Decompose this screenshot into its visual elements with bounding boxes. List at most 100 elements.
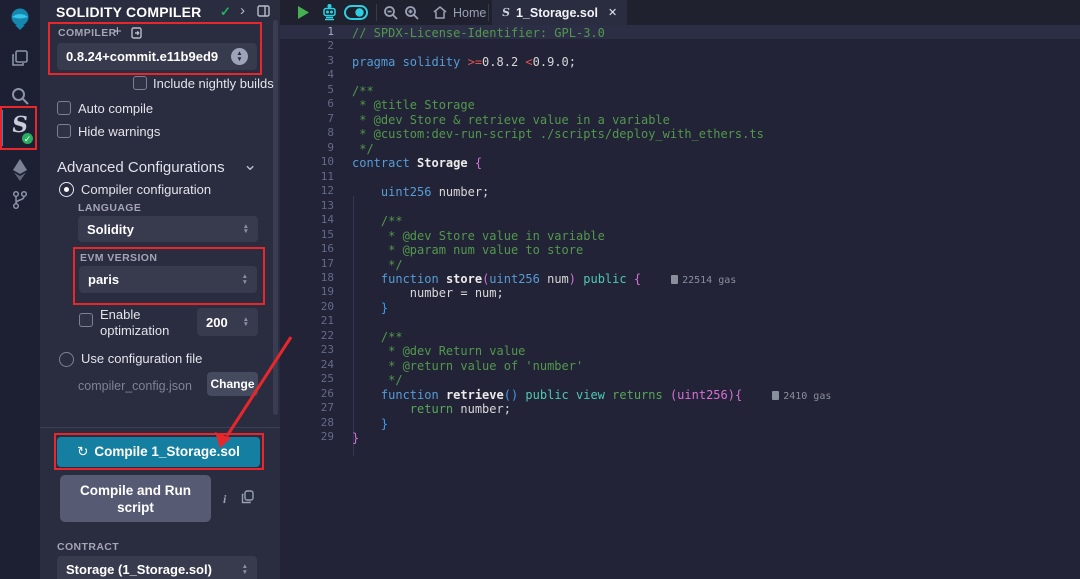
footer-divider — [40, 427, 280, 428]
select-arrows-icon: ▲▼ — [242, 564, 248, 575]
line-number: 25 — [280, 372, 334, 386]
code-line[interactable]: 8 * @custom:dev-run-script ./scripts/dep… — [280, 126, 1080, 140]
nightly-builds-label: Include nightly builds — [153, 76, 274, 91]
line-number: 18 — [280, 271, 334, 285]
code-line[interactable]: 20 } — [280, 300, 1080, 314]
status-check-icon: ✓ — [220, 4, 231, 20]
tab-home[interactable]: Home — [425, 0, 494, 25]
advanced-config-title: Advanced Configurations — [57, 159, 225, 176]
compile-button[interactable]: ↻Compile 1_Storage.sol — [57, 437, 260, 467]
code-lines: 1// SPDX-License-Identifier: GPL-3.023pr… — [280, 25, 1080, 445]
code-line[interactable]: 29} — [280, 430, 1080, 444]
code-line[interactable]: 25 */ — [280, 372, 1080, 386]
hide-warnings-checkbox[interactable] — [57, 124, 71, 138]
code-line[interactable]: 17 */ — [280, 257, 1080, 271]
enable-optimization-checkbox[interactable] — [79, 313, 93, 327]
code-line[interactable]: 24 * @return value of 'number' — [280, 358, 1080, 372]
config-file-name: compiler_config.json — [78, 379, 192, 393]
line-number: 11 — [280, 170, 334, 184]
gas-pump-icon — [772, 391, 779, 400]
code-line[interactable]: 5/** — [280, 83, 1080, 97]
contract-select[interactable]: Storage (1_Storage.sol) ▲▼ — [57, 556, 257, 579]
line-number: 21 — [280, 314, 334, 328]
nightly-builds-checkbox[interactable] — [133, 76, 147, 90]
code-line[interactable]: 26 function retrieve() public view retur… — [280, 387, 1080, 401]
close-tab-icon[interactable]: ✕ — [608, 6, 617, 19]
language-select[interactable]: Solidity ▲▼ — [78, 216, 258, 242]
stepper-arrows-icon: ▲▼ — [243, 317, 249, 328]
compiler-config-radio[interactable] — [59, 182, 74, 197]
evm-version-label: EVM VERSION — [80, 252, 157, 264]
compile-success-badge: ✓ — [21, 132, 34, 145]
code-editor[interactable]: 1// SPDX-License-Identifier: GPL-3.023pr… — [280, 25, 1080, 579]
code-line[interactable]: 14 /** — [280, 213, 1080, 227]
zoom-out-icon[interactable] — [383, 5, 398, 20]
line-number: 26 — [280, 387, 334, 401]
refresh-icon: ↻ — [77, 444, 88, 459]
code-line[interactable]: 4 — [280, 68, 1080, 82]
pin-panel-icon[interactable] — [257, 5, 270, 17]
code-line[interactable]: 18 function store(uint256 num) public {2… — [280, 271, 1080, 285]
line-number: 3 — [280, 54, 334, 68]
code-line[interactable]: 28 } — [280, 416, 1080, 430]
zoom-in-icon[interactable] — [404, 5, 419, 20]
deploy-run-icon[interactable] — [0, 158, 40, 182]
code-line[interactable]: 7 * @dev Store & retrieve value in a var… — [280, 112, 1080, 126]
code-line[interactable]: 3pragma solidity >=0.8.2 <0.9.0; — [280, 54, 1080, 68]
line-number: 12 — [280, 184, 334, 198]
gas-estimate: 22514 gas — [671, 275, 736, 286]
code-line[interactable]: 21 — [280, 314, 1080, 328]
add-compiler-icon[interactable]: + — [113, 23, 122, 40]
enable-optimization-label: Enable optimization — [100, 307, 190, 339]
line-number: 16 — [280, 242, 334, 256]
file-explorer-icon[interactable] — [0, 48, 40, 68]
evm-version-select[interactable]: paris ▲▼ — [79, 266, 257, 293]
solidity-file-icon: S — [501, 6, 511, 19]
language-label: LANGUAGE — [78, 202, 141, 214]
code-line[interactable]: 27 return number; — [280, 401, 1080, 415]
line-number: 17 — [280, 257, 334, 271]
copy-icon[interactable] — [241, 490, 254, 504]
solidity-compiler-panel: SOLIDITY COMPILER ✓ › COMPILER + 0.8.24+… — [40, 0, 280, 579]
code-line[interactable]: 11 — [280, 170, 1080, 184]
code-line[interactable]: 1// SPDX-License-Identifier: GPL-3.0 — [280, 25, 1080, 39]
info-icon[interactable]: i — [223, 492, 226, 507]
compile-and-run-button[interactable]: Compile and Run script — [60, 475, 211, 522]
run-script-play-icon[interactable] — [297, 6, 309, 19]
search-icon[interactable] — [0, 86, 40, 106]
optimization-runs-input[interactable]: 200 ▲▼ — [197, 308, 258, 336]
code-line[interactable]: 22 /** — [280, 329, 1080, 343]
code-line[interactable]: 6 * @title Storage — [280, 97, 1080, 111]
tab-1-storage-sol[interactable]: S 1_Storage.sol ✕ — [492, 0, 627, 25]
tab-bar: Home S 1_Storage.sol ✕ — [280, 0, 1080, 25]
ai-toggle-icon[interactable] — [344, 5, 368, 20]
remix-logo-icon[interactable] — [0, 6, 40, 32]
line-number: 23 — [280, 343, 334, 357]
code-line[interactable]: 2 — [280, 39, 1080, 53]
code-line[interactable]: 23 * @dev Return value — [280, 343, 1080, 357]
change-config-button[interactable]: Change — [207, 372, 258, 396]
gas-pump-icon — [671, 275, 678, 284]
line-number: 29 — [280, 430, 334, 444]
compiler-version-select[interactable]: 0.8.24+commit.e11b9ed9 ▲▼ — [57, 43, 257, 70]
auto-compile-checkbox[interactable] — [57, 101, 71, 115]
line-number: 2 — [280, 39, 334, 53]
code-line[interactable]: 19 number = num; — [280, 285, 1080, 299]
code-line[interactable]: 10contract Storage { — [280, 155, 1080, 169]
ai-assistant-icon[interactable] — [321, 4, 338, 21]
line-number: 8 — [280, 126, 334, 140]
reload-compiler-icon[interactable] — [130, 26, 144, 40]
code-line[interactable]: 13 — [280, 199, 1080, 213]
code-line[interactable]: 16 * @param num value to store — [280, 242, 1080, 256]
git-icon[interactable] — [0, 190, 40, 210]
solidity-compiler-icon[interactable]: S ✓ — [0, 112, 40, 138]
code-line[interactable]: 9 */ — [280, 141, 1080, 155]
chevron-right-icon[interactable]: › — [240, 2, 245, 19]
compiler-config-label: Compiler configuration — [81, 182, 211, 197]
line-number: 22 — [280, 329, 334, 343]
code-line[interactable]: 15 * @dev Store value in variable — [280, 228, 1080, 242]
code-line[interactable]: 12 uint256 number; — [280, 184, 1080, 198]
collapse-chevron-icon[interactable]: ⌄ — [243, 155, 257, 175]
use-config-file-radio[interactable] — [59, 352, 74, 367]
compiler-label: COMPILER — [58, 27, 117, 39]
